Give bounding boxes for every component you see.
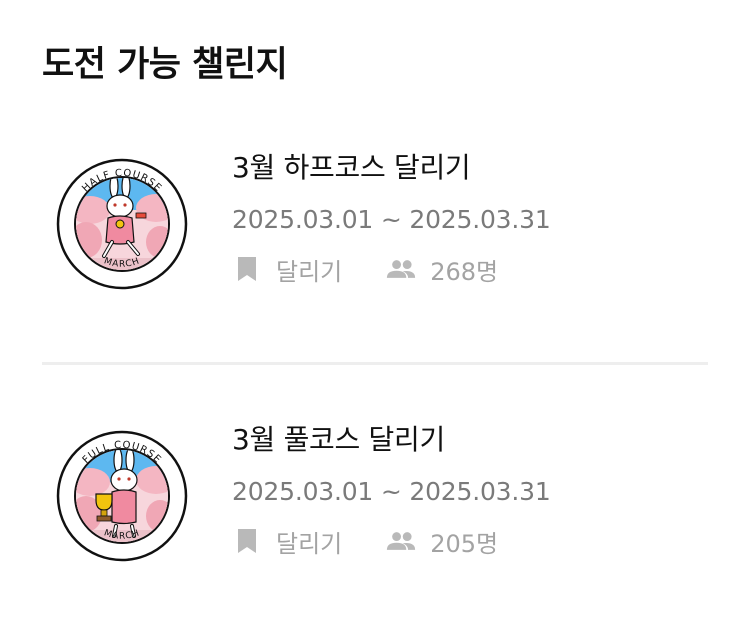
challenge-participants: 205명: [430, 529, 499, 558]
challenge-info: 3월 하프코스 달리기 2025.03.01 ~ 2025.03.31 달리기 …: [232, 140, 702, 286]
divider: [42, 362, 708, 365]
half-course-badge-icon: HALF COURSE MARCH: [56, 158, 188, 290]
challenge-category: 달리기: [276, 257, 343, 286]
bookmark-icon: [232, 254, 262, 284]
bookmark-icon: [232, 526, 262, 556]
people-icon: [386, 254, 416, 284]
challenge-title: 3월 풀코스 달리기: [232, 423, 445, 456]
challenge-card-full-course[interactable]: FULL COURSE MARCH 3월 풀코스 달리기 2025.03.01 …: [42, 412, 708, 592]
challenge-dates: 2025.03.01 ~ 2025.03.31: [232, 477, 551, 506]
challenge-title: 3월 하프코스 달리기: [232, 151, 471, 184]
challenge-meta: 달리기 205명: [232, 526, 702, 558]
people-icon: [386, 526, 416, 556]
challenge-list-page: 도전 가능 챌린지 HALF COURSE MARCH 3월 하프코스 달리기 …: [0, 0, 749, 630]
challenge-participants: 268명: [430, 257, 499, 286]
challenge-category: 달리기: [276, 529, 343, 558]
challenge-info: 3월 풀코스 달리기 2025.03.01 ~ 2025.03.31 달리기 2…: [232, 412, 702, 558]
challenge-meta: 달리기 268명: [232, 254, 702, 286]
section-title: 도전 가능 챌린지: [42, 45, 288, 85]
full-course-badge-icon: FULL COURSE MARCH: [56, 430, 188, 562]
challenge-dates: 2025.03.01 ~ 2025.03.31: [232, 205, 551, 234]
challenge-card-half-course[interactable]: HALF COURSE MARCH 3월 하프코스 달리기 2025.03.01…: [42, 140, 708, 320]
